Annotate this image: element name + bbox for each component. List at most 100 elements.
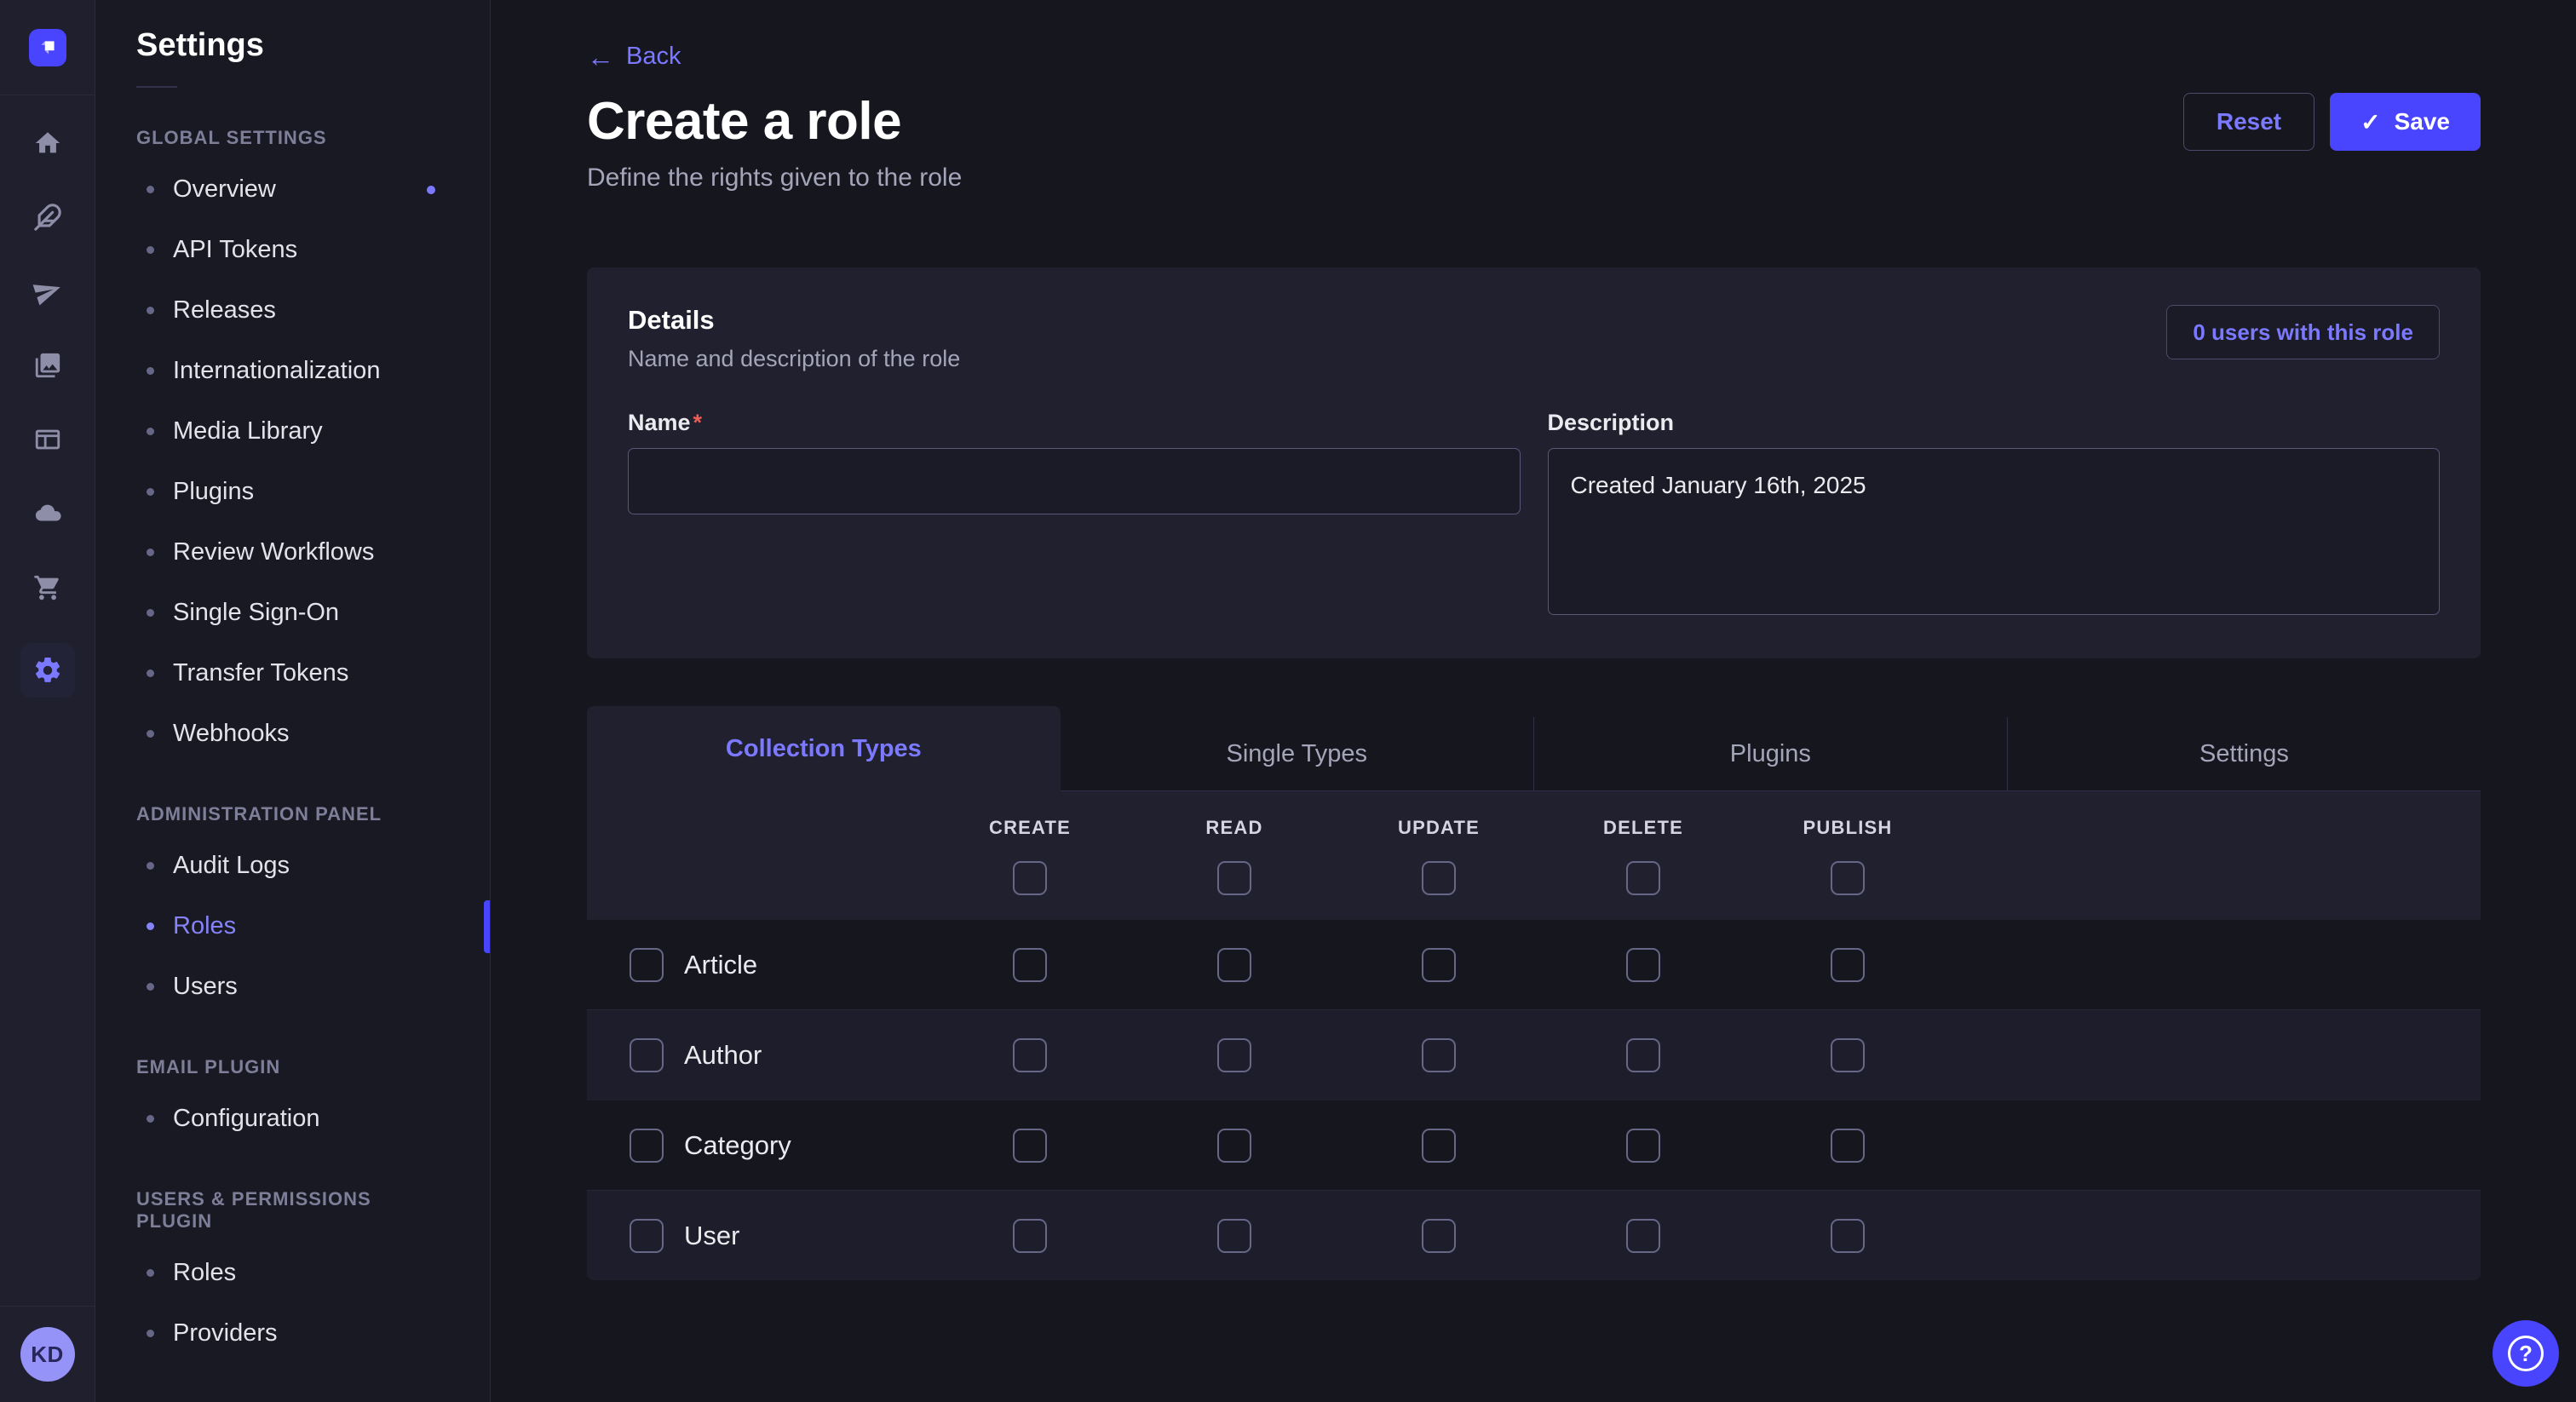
sidebar-item-up-providers[interactable]: Providers (136, 1303, 449, 1364)
row-select-checkbox[interactable] (630, 948, 664, 982)
users-permissions-items: Roles Providers (136, 1243, 449, 1364)
sidebar-item-review-workflows[interactable]: Review Workflows (136, 522, 449, 583)
permission-checkbox-create[interactable] (1013, 1038, 1047, 1072)
bullet-icon (147, 488, 154, 496)
email-plugin-items: Configuration (136, 1089, 449, 1149)
reset-button[interactable]: Reset (2183, 93, 2314, 151)
bullet-icon (147, 367, 154, 375)
column-labels-row: CREATE READ UPDATE DELETE PUBLISH (587, 817, 2481, 839)
select-all-read-checkbox[interactable] (1217, 861, 1251, 895)
permission-checkbox-read[interactable] (1217, 1219, 1251, 1253)
sidebar-item-audit-logs[interactable]: Audit Logs (136, 836, 449, 896)
permission-checkbox-publish[interactable] (1831, 1038, 1865, 1072)
permission-checkbox-read[interactable] (1217, 1129, 1251, 1163)
select-all-delete-checkbox[interactable] (1626, 861, 1660, 895)
section-users-permissions-plugin: USERS & PERMISSIONS PLUGIN (136, 1188, 449, 1232)
strapi-admin-app: KD Settings GLOBAL SETTINGS Overview API… (0, 0, 2576, 1402)
sidebar-item-single-sign-on[interactable]: Single Sign-On (136, 583, 449, 643)
permission-checkbox-update[interactable] (1422, 1219, 1456, 1253)
description-field-group: Description Created January 16th, 2025 (1548, 410, 2441, 619)
permission-checkbox-publish[interactable] (1831, 1129, 1865, 1163)
sidebar-item-api-tokens[interactable]: API Tokens (136, 220, 449, 280)
details-title: Details (628, 305, 960, 336)
help-button[interactable]: ? (2493, 1320, 2559, 1387)
sidebar-item-users[interactable]: Users (136, 957, 449, 1017)
permissions-panel: CREATE READ UPDATE DELETE PUBLISH (587, 791, 2481, 1280)
layout-icon[interactable] (29, 421, 66, 458)
back-link[interactable]: ← Back (587, 43, 681, 71)
permission-row-article: Article (587, 919, 2481, 1009)
workspace-logo-button[interactable] (0, 0, 95, 95)
user-avatar[interactable]: KD (20, 1327, 75, 1382)
row-select-checkbox[interactable] (630, 1038, 664, 1072)
permission-checkbox-delete[interactable] (1626, 1038, 1660, 1072)
permission-checkbox-update[interactable] (1422, 1038, 1456, 1072)
sidebar-item-releases[interactable]: Releases (136, 280, 449, 341)
save-button[interactable]: ✓Save (2330, 93, 2481, 151)
permission-checkbox-create[interactable] (1013, 948, 1047, 982)
permissions-tabs: Collection Types Single Types Plugins Se… (587, 706, 2481, 791)
sidebar-item-configuration[interactable]: Configuration (136, 1089, 449, 1149)
back-label: Back (626, 43, 681, 71)
permission-checkbox-delete[interactable] (1626, 1129, 1660, 1163)
column-read: READ (1132, 817, 1337, 839)
permission-checkbox-publish[interactable] (1831, 1219, 1865, 1253)
main-content: ← Back Create a role Define the rights g… (492, 0, 2576, 1402)
permission-checkbox-update[interactable] (1422, 1129, 1456, 1163)
sidebar-item-internationalization[interactable]: Internationalization (136, 341, 449, 401)
users-with-role-button[interactable]: 0 users with this role (2166, 305, 2440, 359)
row-label: Category (684, 1130, 791, 1161)
column-update: UPDATE (1337, 817, 1541, 839)
bullet-icon (147, 428, 154, 435)
tab-single-types[interactable]: Single Types (1061, 717, 1533, 790)
sidebar-item-roles-active[interactable]: Roles (136, 896, 449, 957)
permission-checkbox-create[interactable] (1013, 1219, 1047, 1253)
section-global-settings: GLOBAL SETTINGS (136, 127, 449, 149)
column-delete: DELETE (1541, 817, 1745, 839)
nav-rail: KD (0, 0, 95, 1402)
permission-checkbox-delete[interactable] (1626, 1219, 1660, 1253)
tab-collection-types[interactable]: Collection Types (587, 706, 1061, 791)
sidebar-item-webhooks[interactable]: Webhooks (136, 704, 449, 764)
name-input[interactable] (628, 448, 1521, 514)
select-all-create-checkbox[interactable] (1013, 861, 1047, 895)
cloud-icon[interactable] (29, 495, 66, 532)
row-select-checkbox[interactable] (630, 1129, 664, 1163)
permission-checkbox-update[interactable] (1422, 948, 1456, 982)
permission-row-user: User (587, 1190, 2481, 1280)
tab-settings[interactable]: Settings (2007, 717, 2481, 790)
sidebar-item-overview[interactable]: Overview (136, 159, 449, 220)
bullet-icon (147, 730, 154, 738)
settings-sidebar: Settings GLOBAL SETTINGS Overview API To… (95, 0, 491, 1402)
section-administration-panel: ADMINISTRATION PANEL (136, 803, 449, 825)
sidebar-item-transfer-tokens[interactable]: Transfer Tokens (136, 643, 449, 704)
select-all-row (587, 861, 2481, 919)
select-all-update-checkbox[interactable] (1422, 861, 1456, 895)
marketplace-cart-icon[interactable] (29, 569, 66, 606)
rail-footer: KD (0, 1306, 95, 1402)
global-settings-items: Overview API Tokens Releases Internation… (136, 159, 449, 764)
description-textarea[interactable]: Created January 16th, 2025 (1548, 448, 2441, 615)
select-all-publish-checkbox[interactable] (1831, 861, 1865, 895)
bullet-icon (147, 186, 154, 193)
sidebar-item-media-library[interactable]: Media Library (136, 401, 449, 462)
bullet-icon (147, 549, 154, 556)
permission-checkbox-create[interactable] (1013, 1129, 1047, 1163)
paper-plane-icon[interactable] (29, 273, 66, 310)
permission-checkbox-read[interactable] (1217, 1038, 1251, 1072)
feather-pen-icon[interactable] (29, 198, 66, 236)
permission-checkbox-delete[interactable] (1626, 948, 1660, 982)
home-icon[interactable] (29, 124, 66, 162)
strapi-logo-icon (29, 29, 66, 66)
media-library-icon[interactable] (29, 347, 66, 384)
row-select-checkbox[interactable] (630, 1219, 664, 1253)
sidebar-item-plugins[interactable]: Plugins (136, 462, 449, 522)
settings-gear-icon[interactable] (20, 643, 75, 698)
tab-plugins[interactable]: Plugins (1533, 717, 2007, 790)
permission-checkbox-publish[interactable] (1831, 948, 1865, 982)
permission-row-category: Category (587, 1100, 2481, 1190)
permission-checkbox-read[interactable] (1217, 948, 1251, 982)
bullet-icon (147, 609, 154, 617)
name-label: Name* (628, 410, 1521, 436)
sidebar-item-up-roles[interactable]: Roles (136, 1243, 449, 1303)
